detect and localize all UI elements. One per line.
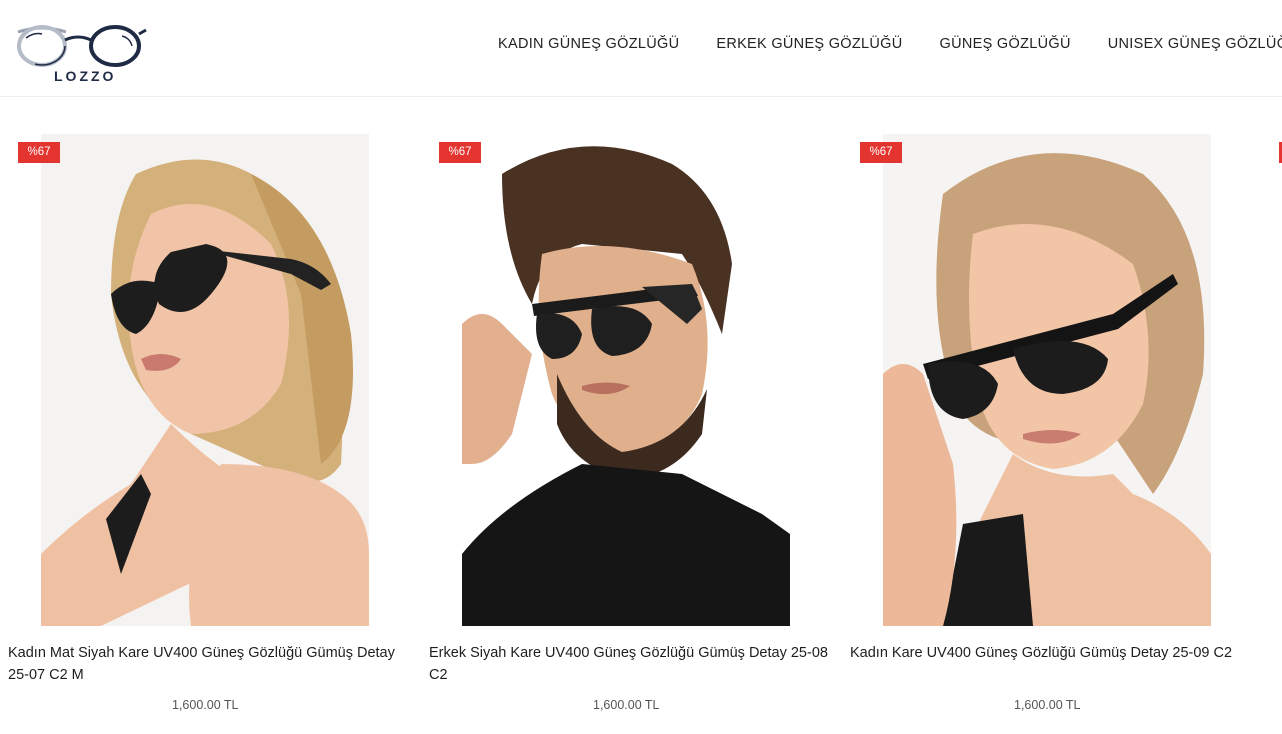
product-price: 1,600.00 TL bbox=[1014, 698, 1081, 712]
product-title[interactable]: Kadın Mat Siyah Kare UV400 Güneş Gözlüğü… bbox=[8, 642, 418, 686]
woman-sunglasses-photo bbox=[41, 134, 369, 626]
product-grid: %67 Kadın Mat Siyah Kare UV400 Güneş Göz… bbox=[0, 98, 1282, 734]
logo-text: LOZZO bbox=[54, 68, 117, 84]
lozzo-logo[interactable]: LOZZO bbox=[12, 22, 148, 86]
discount-badge: %67 bbox=[860, 142, 902, 163]
product-title[interactable]: Erkek Siyah Kare UV400 Güneş Gözlüğü Güm… bbox=[429, 642, 839, 686]
discount-badge: %67 bbox=[439, 142, 481, 163]
product-card[interactable]: %67 Kadın Kare UV400 Güneş Gözlüğü Gümüş… bbox=[850, 98, 1260, 734]
man-sunglasses-photo bbox=[462, 134, 790, 626]
woman-sunglasses-photo bbox=[883, 134, 1211, 626]
product-card[interactable]: %67 Erkek Siyah Kare UV400 Güneş Gözlüğü… bbox=[429, 98, 839, 734]
product-image[interactable] bbox=[462, 134, 790, 626]
discount-badge: %67 bbox=[18, 142, 60, 163]
nav-kadin-gunes-gozlugu[interactable]: KADIN GÜNEŞ GÖZLÜĞÜ bbox=[498, 36, 679, 52]
product-image[interactable] bbox=[41, 134, 369, 626]
site-header: LOZZO KADIN GÜNEŞ GÖZLÜĞÜ ERKEK GÜNEŞ GÖ… bbox=[0, 0, 1282, 97]
nav-erkek-gunes-gozlugu[interactable]: ERKEK GÜNEŞ GÖZLÜĞÜ bbox=[716, 36, 902, 52]
glasses-logo-icon bbox=[17, 25, 147, 67]
nav-gunes-gozlugu[interactable]: GÜNEŞ GÖZLÜĞÜ bbox=[940, 36, 1071, 52]
product-title[interactable]: Kadın Kare UV400 Güneş Gözlüğü Gümüş Det… bbox=[850, 642, 1260, 664]
product-card[interactable]: %67 Kadın Mat Siyah Kare UV400 Güneş Göz… bbox=[8, 98, 418, 734]
product-image[interactable] bbox=[883, 134, 1211, 626]
nav-unisex-gunes-gozlugu[interactable]: UNISEX GÜNEŞ GÖZLÜĞÜ bbox=[1108, 36, 1282, 52]
main-nav: KADIN GÜNEŞ GÖZLÜĞÜ ERKEK GÜNEŞ GÖZLÜĞÜ … bbox=[498, 36, 1282, 52]
